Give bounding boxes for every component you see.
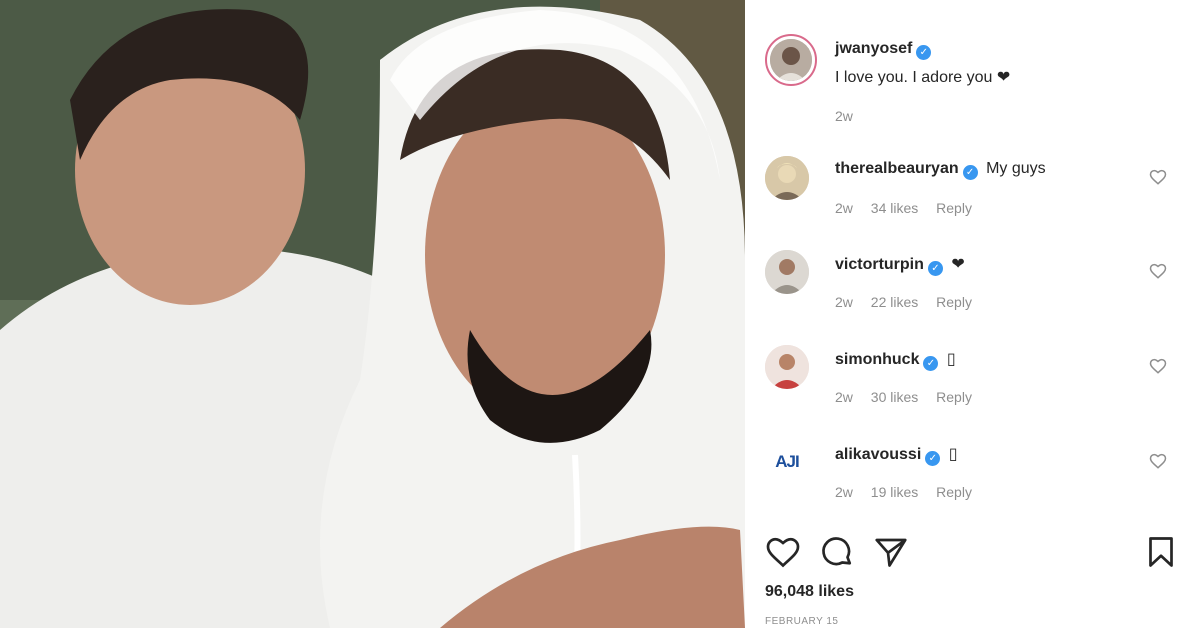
reply-button[interactable]: Reply bbox=[936, 294, 972, 310]
avatar-logo-text: AJI bbox=[775, 452, 799, 471]
comment-line: victorturpin ✓ ❤ bbox=[835, 254, 965, 276]
avatar-photo-icon bbox=[765, 345, 809, 389]
comment-meta: 2w 19 likes Reply bbox=[835, 484, 986, 500]
verified-badge-icon: ✓ bbox=[962, 165, 978, 180]
post-photo[interactable] bbox=[0, 0, 745, 628]
caption-avatar[interactable] bbox=[770, 39, 812, 81]
instagram-post: jwanyosef ✓ I love you. I adore you ❤ 2w … bbox=[0, 0, 1196, 628]
post-date: FEBRUARY 15 bbox=[765, 616, 839, 627]
caption-header: jwanyosef ✓ bbox=[835, 40, 935, 60]
caption-text-row: I love you. I adore you ❤ bbox=[835, 67, 1010, 87]
avatar-photo-icon bbox=[765, 250, 809, 294]
comment-text: ▯ bbox=[948, 446, 958, 463]
comment-time: 2w bbox=[835, 294, 853, 310]
comment-item: victorturpin ✓ ❤ 2w 22 likes Reply bbox=[765, 248, 1185, 318]
caption-username[interactable]: jwanyosef bbox=[835, 40, 912, 57]
comment-username[interactable]: simonhuck bbox=[835, 351, 919, 368]
comment-likes[interactable]: 22 likes bbox=[871, 294, 918, 310]
comment-meta: 2w 34 likes Reply bbox=[835, 200, 986, 216]
comment-time: 2w bbox=[835, 484, 853, 500]
caption-time: 2w bbox=[835, 108, 853, 124]
comment-username[interactable]: victorturpin bbox=[835, 256, 924, 273]
verified-badge-icon: ✓ bbox=[916, 45, 932, 60]
comment-time: 2w bbox=[835, 200, 853, 216]
comment-likes[interactable]: 19 likes bbox=[871, 484, 918, 500]
comment-avatar[interactable]: AJI bbox=[765, 440, 809, 484]
post-actions bbox=[765, 534, 1185, 574]
comment-line: therealbeauryan ✓ My guys bbox=[835, 160, 1046, 180]
verified-badge-icon: ✓ bbox=[923, 356, 939, 371]
comment-item: AJI alikavoussi ✓ ▯ 2w 19 likes Reply bbox=[765, 438, 1185, 508]
verified-badge-icon: ✓ bbox=[925, 451, 941, 466]
comment-item: simonhuck ✓ ▯ 2w 30 likes Reply bbox=[765, 343, 1185, 413]
comment-likes[interactable]: 30 likes bbox=[871, 389, 918, 405]
reply-button[interactable]: Reply bbox=[936, 200, 972, 216]
comment-meta: 2w 30 likes Reply bbox=[835, 389, 986, 405]
comment-like-heart-icon[interactable] bbox=[1149, 262, 1167, 280]
comment-time: 2w bbox=[835, 389, 853, 405]
heart-icon[interactable] bbox=[765, 534, 801, 570]
comment-meta: 2w 22 likes Reply bbox=[835, 294, 986, 310]
post-side-panel: jwanyosef ✓ I love you. I adore you ❤ 2w … bbox=[745, 0, 1196, 628]
post-caption: jwanyosef ✓ I love you. I adore you ❤ 2w bbox=[765, 34, 1185, 134]
comment-text: ▯ bbox=[946, 351, 956, 368]
comment-avatar[interactable] bbox=[765, 250, 809, 294]
comment-like-heart-icon[interactable] bbox=[1149, 452, 1167, 470]
comment-avatar[interactable] bbox=[765, 156, 809, 200]
comment-text: My guys bbox=[986, 160, 1046, 177]
avatar-photo-icon bbox=[770, 39, 812, 81]
post-like-count[interactable]: 96,048 likes bbox=[765, 583, 854, 601]
comment-icon[interactable] bbox=[819, 534, 855, 570]
reply-button[interactable]: Reply bbox=[936, 484, 972, 500]
comment-username[interactable]: therealbeauryan bbox=[835, 160, 959, 177]
comment-like-heart-icon[interactable] bbox=[1149, 168, 1167, 186]
avatar-photo-icon bbox=[765, 156, 809, 200]
bookmark-icon[interactable] bbox=[1143, 534, 1179, 570]
comment-text: ❤ bbox=[951, 256, 965, 273]
comment-likes[interactable]: 34 likes bbox=[871, 200, 918, 216]
caption-text: I love you. I adore you ❤ bbox=[835, 69, 1011, 86]
reply-button[interactable]: Reply bbox=[936, 389, 972, 405]
comment-like-heart-icon[interactable] bbox=[1149, 357, 1167, 375]
comment-line: alikavoussi ✓ ▯ bbox=[835, 444, 958, 466]
comment-username[interactable]: alikavoussi bbox=[835, 446, 921, 463]
comment-avatar[interactable] bbox=[765, 345, 809, 389]
comment-line: simonhuck ✓ ▯ bbox=[835, 349, 956, 371]
caption-avatar-ring[interactable] bbox=[765, 34, 817, 86]
photo-illustration bbox=[0, 0, 745, 628]
share-icon[interactable] bbox=[873, 534, 909, 570]
verified-badge-icon: ✓ bbox=[927, 261, 943, 276]
comment-item: therealbeauryan ✓ My guys 2w 34 likes Rep… bbox=[765, 154, 1185, 224]
